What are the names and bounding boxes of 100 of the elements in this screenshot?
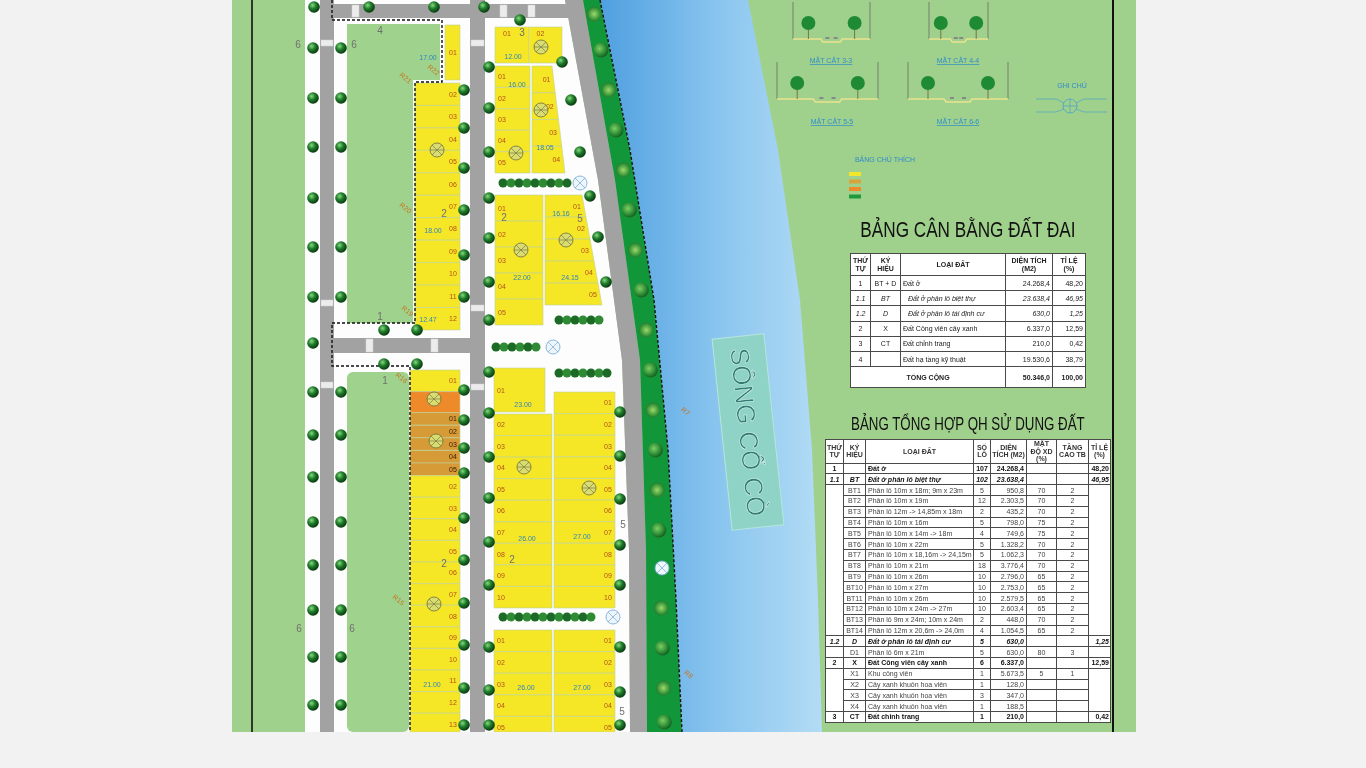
lot-parcel xyxy=(494,108,531,131)
section-marker: 1 xyxy=(377,311,383,322)
section-marker: 5 xyxy=(620,519,626,530)
tree-icon xyxy=(483,276,495,288)
lot-parcel xyxy=(409,669,461,692)
tree-icon xyxy=(428,1,440,13)
tree-icon xyxy=(601,82,616,98)
tree-icon xyxy=(483,232,495,244)
section-marker: 2 xyxy=(441,558,447,569)
tree-icon xyxy=(483,192,495,204)
lot-parcel xyxy=(409,424,461,439)
tree-icon xyxy=(649,482,665,498)
tree-icon xyxy=(655,680,671,696)
tree-icon xyxy=(307,92,319,104)
crosswalk xyxy=(320,39,334,47)
tree-icon xyxy=(556,56,568,68)
tree-icon xyxy=(458,639,470,651)
lot-parcel xyxy=(414,172,461,196)
tree-icon xyxy=(335,291,347,303)
tree-icon xyxy=(307,291,319,303)
tree-icon xyxy=(633,282,649,298)
hatched-circle-icon xyxy=(428,433,444,449)
section-marker: 3 xyxy=(519,27,525,38)
hatched-circle-icon xyxy=(429,142,445,158)
tree-icon xyxy=(483,314,495,326)
tree-icon xyxy=(647,442,663,458)
tree-icon xyxy=(638,322,654,338)
tree-icon xyxy=(335,471,347,483)
tree-icon xyxy=(458,291,470,303)
tree-icon xyxy=(514,14,526,26)
lot-parcel xyxy=(553,672,616,696)
tree-icon xyxy=(614,686,626,698)
crossed-circle-icon xyxy=(545,339,561,355)
crosswalk xyxy=(320,299,334,307)
tree-icon xyxy=(335,241,347,253)
tree-icon xyxy=(307,651,319,663)
tree-icon xyxy=(307,516,319,528)
tree-icon xyxy=(483,451,495,463)
lot-parcel xyxy=(553,542,616,566)
section-marker: 6 xyxy=(295,39,301,50)
tree-icon xyxy=(653,600,669,616)
lot-parcel xyxy=(493,478,553,501)
lot-parcel xyxy=(494,272,544,300)
tree-icon xyxy=(307,699,319,711)
tree-icon xyxy=(478,1,490,13)
lot-parcel xyxy=(553,391,616,414)
section-marker: 2 xyxy=(441,208,447,219)
tree-icon xyxy=(458,249,470,261)
tree-icon xyxy=(307,192,319,204)
tree-icon xyxy=(335,386,347,398)
lot-parcel xyxy=(414,217,461,241)
hatched-circle-icon xyxy=(513,242,529,258)
lot-parcel xyxy=(409,369,461,392)
tree-icon xyxy=(335,192,347,204)
lot-parcel xyxy=(531,145,566,174)
section-marker: 2 xyxy=(509,554,515,565)
tree-icon xyxy=(335,699,347,711)
crossed-circle-icon xyxy=(654,560,670,576)
lot-parcel xyxy=(493,672,553,696)
tree-icon xyxy=(458,384,470,396)
tree-icon xyxy=(307,241,319,253)
tree-icon xyxy=(483,61,495,73)
tree-icon xyxy=(378,358,390,370)
lot-parcel xyxy=(553,499,616,522)
lot-parcel xyxy=(414,105,461,129)
tree-icon xyxy=(307,471,319,483)
lot-parcel xyxy=(553,434,616,458)
tree-icon xyxy=(483,102,495,114)
tree-icon xyxy=(483,719,495,731)
tree-icon xyxy=(307,429,319,441)
hatched-circle-icon xyxy=(558,232,574,248)
tree-icon xyxy=(627,242,643,258)
lot-parcel xyxy=(493,543,553,566)
hatched-circle-icon xyxy=(426,391,442,407)
tree-icon xyxy=(586,6,602,22)
tree-icon xyxy=(411,358,423,370)
tree-icon xyxy=(335,651,347,663)
hatched-circle-icon xyxy=(581,480,597,496)
lot-parcel xyxy=(553,586,616,609)
tree-icon xyxy=(565,94,577,106)
lot-parcel xyxy=(544,282,603,306)
tree-icon xyxy=(483,407,495,419)
lot-parcel xyxy=(553,564,616,587)
tree-icon xyxy=(335,604,347,616)
tree-icon xyxy=(335,429,347,441)
table-title: BẢNG CÂN BẰNG ĐẤT ĐAI xyxy=(859,217,1076,243)
tree-icon xyxy=(584,190,596,202)
lot-parcel xyxy=(493,586,553,609)
lot-parcel xyxy=(493,435,553,458)
crossed-circle-icon xyxy=(572,175,588,191)
tree-icon xyxy=(654,640,670,656)
section-marker: 6 xyxy=(351,39,357,50)
hatched-circle-icon xyxy=(516,459,532,475)
tree-icon xyxy=(574,146,586,158)
lot-parcel xyxy=(493,521,553,544)
tree-icon xyxy=(458,204,470,216)
lot-parcel xyxy=(414,239,461,263)
lot-parcel xyxy=(553,651,616,674)
section-marker: 2 xyxy=(501,212,507,223)
tree-icon xyxy=(307,386,319,398)
